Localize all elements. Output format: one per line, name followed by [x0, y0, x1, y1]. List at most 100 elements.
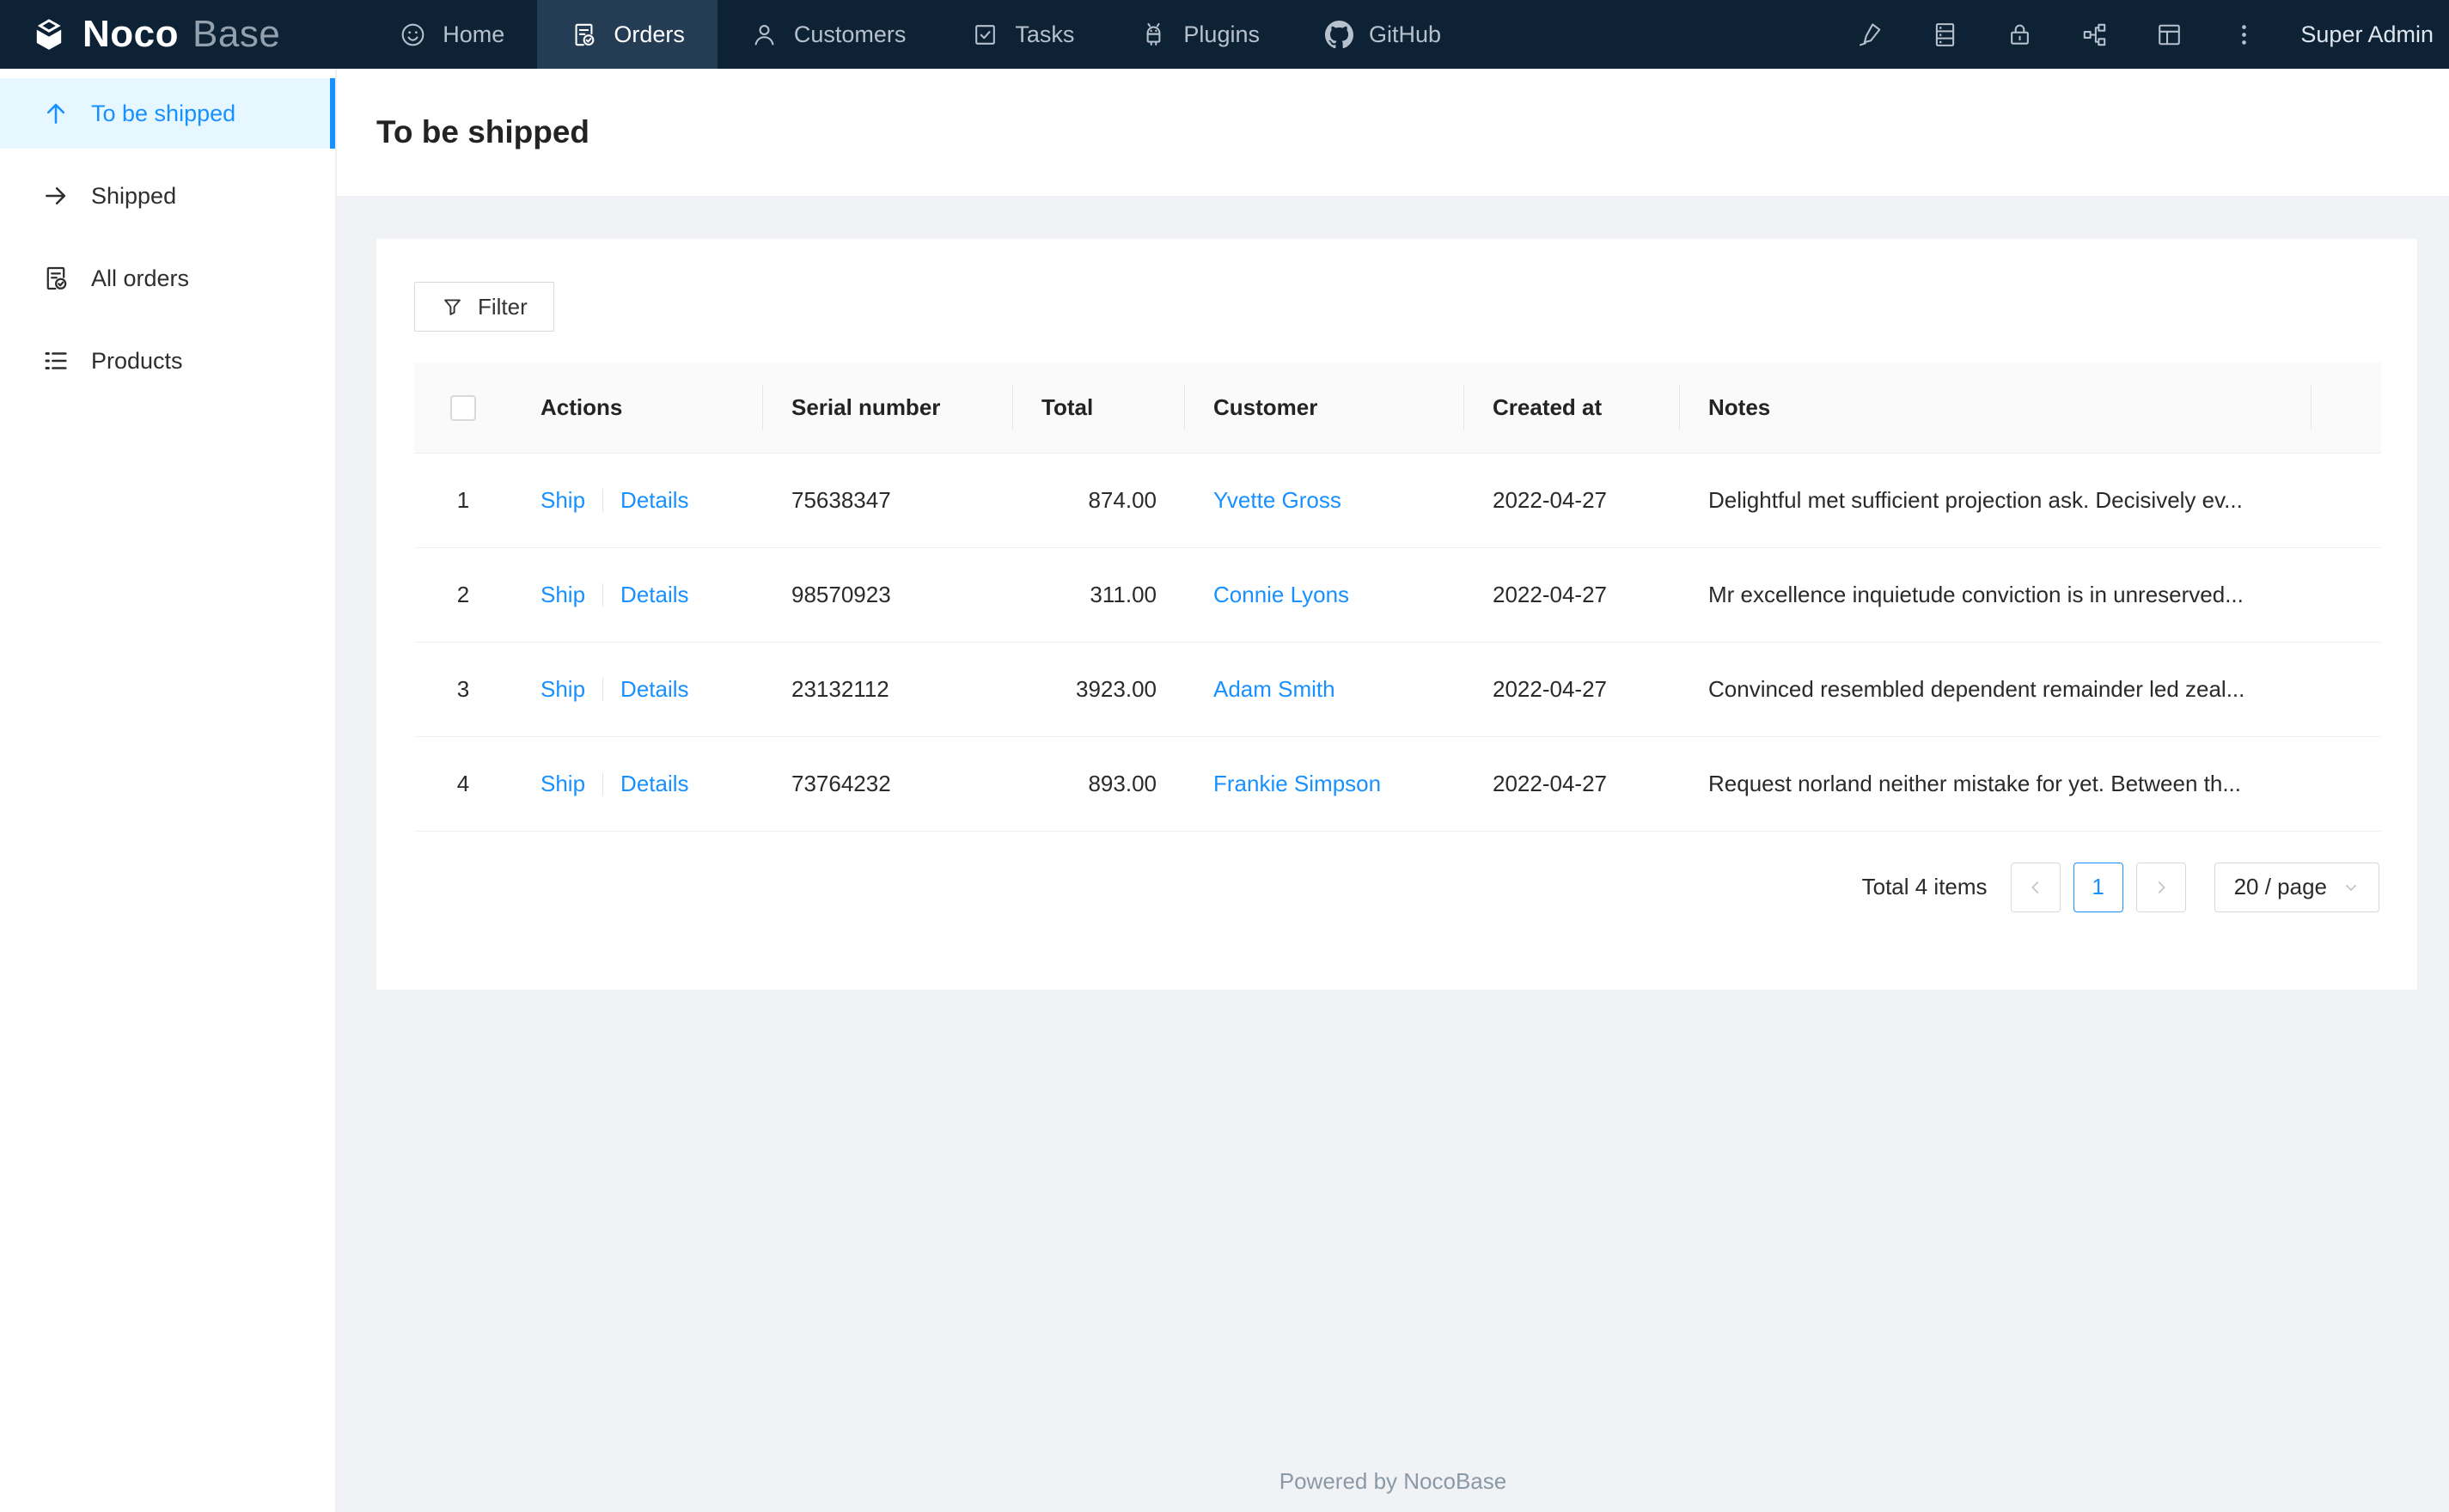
- total-cell: 874.00: [1013, 453, 1185, 548]
- partition-icon[interactable]: [2057, 0, 2132, 69]
- sidebar-item-to-be-shipped[interactable]: To be shipped: [0, 78, 335, 149]
- sidebar-item-all-orders[interactable]: All orders: [0, 243, 335, 314]
- previous-page-button[interactable]: [2010, 862, 2061, 912]
- ship-link[interactable]: Ship: [540, 676, 585, 702]
- sidebar-item-label: Products: [91, 347, 183, 374]
- sidebar-item-label: To be shipped: [91, 100, 236, 126]
- filler-cell: [2312, 453, 2381, 548]
- file-done-icon: [570, 21, 598, 49]
- actions-cell: Ship Details: [512, 453, 763, 548]
- select-all-checkbox[interactable]: [450, 395, 476, 422]
- cube-logo-icon: [29, 15, 69, 54]
- details-link[interactable]: Details: [620, 487, 688, 513]
- created-at-cell: 2022-04-27: [1464, 736, 1680, 832]
- nav-item-plugins[interactable]: Plugins: [1107, 0, 1292, 69]
- details-link[interactable]: Details: [620, 771, 688, 796]
- customer-cell: Yvette Gross: [1185, 453, 1464, 548]
- nav-item-orders[interactable]: Orders: [537, 0, 718, 69]
- nav-item-customers[interactable]: Customers: [718, 0, 939, 69]
- column-header-serial-number: Serial number: [763, 363, 1013, 454]
- top-navbar: Noco Base Home Orders Customers Tasks Pl…: [0, 0, 2449, 69]
- total-cell: 3923.00: [1013, 642, 1185, 737]
- ship-link[interactable]: Ship: [540, 487, 585, 513]
- filter-icon: [441, 296, 464, 319]
- nav-item-label: Home: [443, 21, 505, 47]
- highlight-icon[interactable]: [1833, 0, 1908, 69]
- page-1-button[interactable]: 1: [2073, 862, 2123, 912]
- sidebar-item-shipped[interactable]: Shipped: [0, 161, 335, 231]
- ship-link[interactable]: Ship: [540, 582, 585, 607]
- serial-number-cell: 73764232: [763, 736, 1013, 832]
- row-index-cell: 2: [414, 547, 512, 643]
- link-divider: [602, 582, 604, 607]
- user-menu[interactable]: Super Admin: [2281, 21, 2449, 48]
- link-divider: [602, 677, 604, 701]
- table-row: 4 Ship Details 73764232 893.00 Frankie Si…: [414, 736, 2381, 832]
- table-body: 1 Ship Details 75638347 874.00 Yvette Gro…: [414, 453, 2381, 832]
- page-size-value: 20 / page: [2233, 874, 2327, 899]
- pagination-total: Total 4 items: [1861, 874, 1988, 899]
- orders-card: Filter Actions Serial number Total Custo…: [376, 239, 2417, 990]
- created-at-cell: 2022-04-27: [1464, 453, 1680, 548]
- sidebar: To be shipped Shipped All orders Product…: [0, 69, 336, 1512]
- filler-cell: [2312, 736, 2381, 832]
- page-title: To be shipped: [376, 114, 590, 149]
- sidebar-item-label: All orders: [91, 265, 190, 291]
- table-row: 3 Ship Details 23132112 3923.00 Adam Smit…: [414, 642, 2381, 737]
- column-header-notes: Notes: [1680, 363, 2312, 454]
- customer-link[interactable]: Connie Lyons: [1213, 582, 1349, 607]
- customer-link[interactable]: Yvette Gross: [1213, 487, 1341, 513]
- notes-cell: Mr excellence inquietude conviction is i…: [1680, 547, 2312, 643]
- nav-item-tasks[interactable]: Tasks: [938, 0, 1107, 69]
- row-index-cell: 1: [414, 453, 512, 548]
- ellipsis-vertical-icon[interactable]: [2207, 0, 2281, 69]
- nav-item-label: Customers: [793, 21, 907, 47]
- customer-link[interactable]: Adam Smith: [1213, 676, 1335, 702]
- sidebar-item-products[interactable]: Products: [0, 326, 335, 396]
- serial-number-cell: 75638347: [763, 453, 1013, 548]
- pagination: Total 4 items 1 20 / page: [414, 862, 2379, 912]
- sidebar-item-label: Shipped: [91, 182, 177, 209]
- page-size-select[interactable]: 20 / page: [2214, 862, 2379, 912]
- details-link[interactable]: Details: [620, 676, 688, 702]
- details-link[interactable]: Details: [620, 582, 688, 607]
- column-header-created-at: Created at: [1464, 363, 1680, 454]
- next-page-button[interactable]: [2135, 862, 2186, 912]
- nav-item-home[interactable]: Home: [366, 0, 537, 69]
- main-content: To be shipped Filter Actions Serial numb…: [337, 69, 2449, 1512]
- user-icon: [750, 21, 779, 49]
- nav-item-label: Orders: [614, 21, 685, 47]
- filter-button-label: Filter: [478, 293, 528, 320]
- notes-cell: Convinced resembled dependent remainder …: [1680, 642, 2312, 737]
- nav-item-github[interactable]: GitHub: [1292, 0, 1474, 69]
- chevron-right-icon: [2152, 878, 2171, 897]
- ship-link[interactable]: Ship: [540, 771, 585, 796]
- github-icon: [1324, 20, 1353, 49]
- notes-cell: Request norland neither mistake for yet.…: [1680, 736, 2312, 832]
- row-index-cell: 3: [414, 642, 512, 737]
- actions-cell: Ship Details: [512, 736, 763, 832]
- lock-icon[interactable]: [1982, 0, 2057, 69]
- customer-link[interactable]: Frankie Simpson: [1213, 771, 1381, 796]
- total-cell: 311.00: [1013, 547, 1185, 643]
- notes-cell: Delightful met sufficient projection ask…: [1680, 453, 2312, 548]
- database-icon[interactable]: [1908, 0, 1982, 69]
- check-square-icon: [971, 21, 999, 49]
- nav-item-label: Tasks: [1015, 21, 1075, 47]
- logo-text-base: Base: [192, 13, 281, 55]
- logo-text-noco: Noco: [82, 13, 179, 55]
- filter-button[interactable]: Filter: [414, 282, 554, 332]
- nav-item-label: Plugins: [1183, 21, 1260, 47]
- nocobase-logo[interactable]: Noco Base: [0, 13, 309, 56]
- layout-icon[interactable]: [2132, 0, 2207, 69]
- column-header-customer: Customer: [1185, 363, 1464, 454]
- column-header-total: Total: [1013, 363, 1185, 454]
- total-cell: 893.00: [1013, 736, 1185, 832]
- nav-item-label: GitHub: [1368, 21, 1442, 47]
- nav-menu: Home Orders Customers Tasks Plugins GitH…: [366, 0, 1474, 69]
- customer-cell: Connie Lyons: [1185, 547, 1464, 643]
- filler-cell: [2312, 642, 2381, 737]
- actions-cell: Ship Details: [512, 642, 763, 737]
- link-divider: [602, 771, 604, 796]
- arrow-up-icon: [41, 99, 70, 128]
